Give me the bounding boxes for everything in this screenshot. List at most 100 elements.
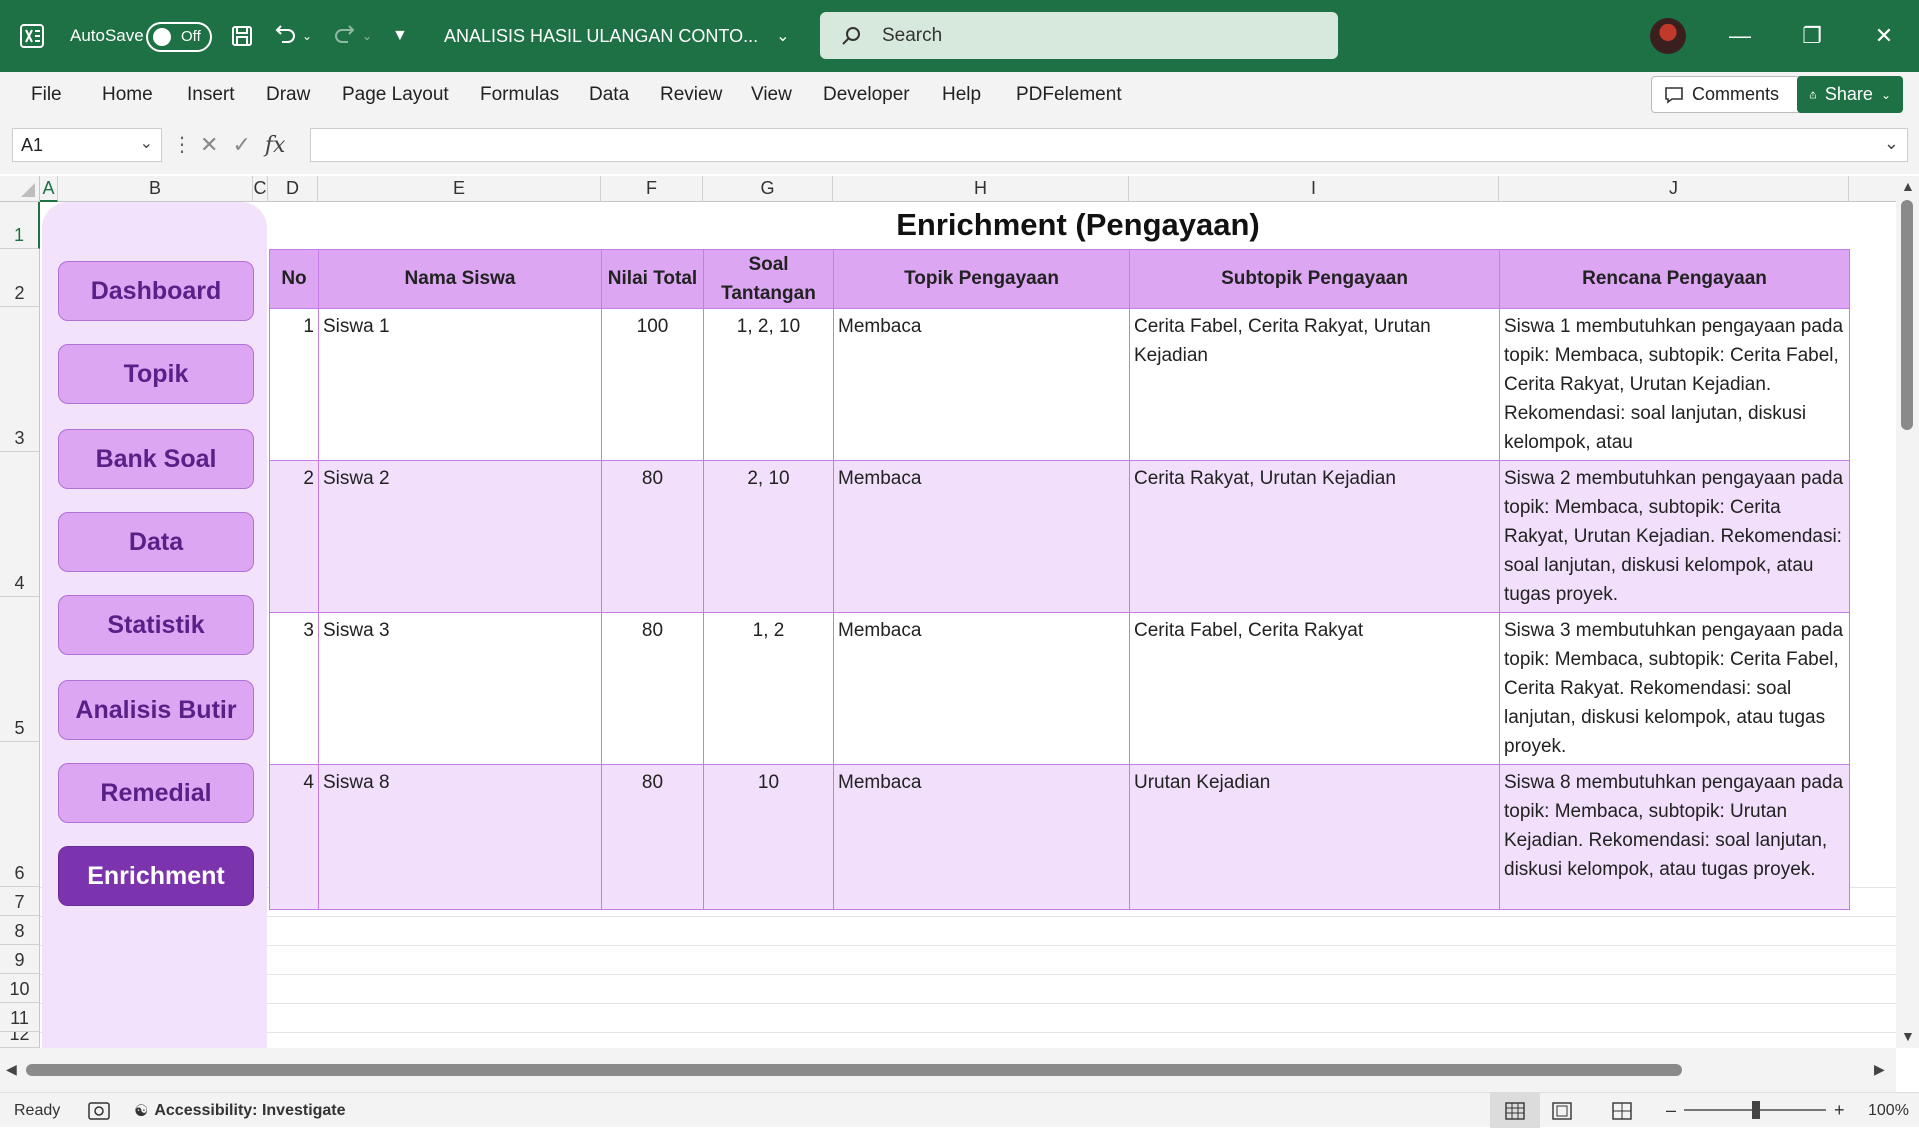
vertical-scrollbar[interactable]: ▲ ▼ — [1896, 176, 1919, 1048]
nav-analisis-butir-button[interactable]: Analisis Butir — [58, 680, 254, 740]
tab-developer[interactable]: Developer — [823, 72, 910, 118]
cell-rencana[interactable]: Siswa 2 membutuhkan pengayaan pada topik… — [1499, 460, 1850, 613]
row-header-12[interactable]: 12 — [0, 1032, 40, 1048]
formula-input[interactable]: ⌄ — [310, 128, 1908, 162]
page-layout-view-icon[interactable] — [1552, 1093, 1572, 1128]
row-header-4[interactable]: 4 — [0, 452, 40, 597]
tab-insert[interactable]: Insert — [187, 72, 235, 118]
cell-nama-siswa[interactable]: Siswa 1 — [318, 308, 602, 461]
nav-enrichment-button[interactable]: Enrichment — [58, 846, 254, 906]
header-subtopik-pengayaan[interactable]: Subtopik Pengayaan — [1129, 249, 1500, 309]
cell-topik[interactable]: Membaca — [833, 612, 1130, 765]
scroll-down-icon[interactable]: ▼ — [1901, 1028, 1915, 1044]
page-break-view-icon[interactable] — [1612, 1093, 1632, 1128]
cell-nilai-total[interactable]: 100 — [601, 308, 704, 461]
restore-icon[interactable]: ❐ — [1782, 0, 1842, 72]
header-nama-siswa[interactable]: Nama Siswa — [318, 249, 602, 309]
avatar[interactable] — [1650, 18, 1686, 54]
zoom-level[interactable]: 100% — [1868, 1093, 1909, 1128]
cell-subtopik[interactable]: Cerita Fabel, Cerita Rakyat, Urutan Keja… — [1129, 308, 1500, 461]
cell-nilai-total[interactable]: 80 — [601, 612, 704, 765]
nav-bank-soal-button[interactable]: Bank Soal — [58, 429, 254, 489]
cell-soal-tantangan[interactable]: 2, 10 — [703, 460, 834, 613]
select-all-corner[interactable] — [0, 176, 40, 202]
cell-nama-siswa[interactable]: Siswa 3 — [318, 612, 602, 765]
column-header-e[interactable]: E — [318, 176, 601, 202]
expand-formula-icon[interactable]: ⌄ — [1884, 133, 1899, 154]
chevron-down-icon[interactable]: ⌄ — [140, 133, 153, 153]
cell-topik[interactable]: Membaca — [833, 308, 1130, 461]
cell-subtopik[interactable]: Urutan Kejadian — [1129, 764, 1500, 910]
cell-nama-siswa[interactable]: Siswa 8 — [318, 764, 602, 910]
cell-no[interactable]: 1 — [269, 308, 319, 461]
scroll-left-icon[interactable]: ◀ — [6, 1061, 17, 1078]
row-header-5[interactable]: 5 — [0, 597, 40, 742]
insert-function-icon[interactable]: fx — [265, 133, 286, 158]
cell-rencana[interactable]: Siswa 1 membutuhkan pengayaan pada topik… — [1499, 308, 1850, 461]
horizontal-scrollbar[interactable]: ◀ ▶ — [0, 1048, 1896, 1092]
worksheet[interactable]: Dashboard Topik Bank Soal Data Statistik… — [40, 202, 1896, 1048]
cell-soal-tantangan[interactable]: 10 — [703, 764, 834, 910]
row-header-3[interactable]: 3 — [0, 307, 40, 452]
tab-home[interactable]: Home — [102, 72, 153, 118]
cancel-icon[interactable]: ✕ — [200, 132, 218, 158]
column-header-g[interactable]: G — [703, 176, 833, 202]
scroll-up-icon[interactable]: ▲ — [1901, 178, 1915, 194]
header-nilai-total[interactable]: Nilai Total — [601, 249, 704, 309]
cell-rencana[interactable]: Siswa 8 membutuhkan pengayaan pada topik… — [1499, 764, 1850, 910]
header-no[interactable]: No — [269, 249, 319, 309]
search-box[interactable]: Search — [820, 12, 1338, 59]
nav-dashboard-button[interactable]: Dashboard — [58, 261, 254, 321]
column-header-a[interactable]: A — [40, 176, 58, 202]
tab-review[interactable]: Review — [660, 72, 722, 118]
enter-icon[interactable]: ✓ — [232, 132, 250, 158]
document-title[interactable]: ANALISIS HASIL ULANGAN CONTO... ⌄ — [444, 0, 790, 72]
chevron-down-icon[interactable]: ⌄ — [776, 26, 789, 46]
row-header-9[interactable]: 9 — [0, 945, 40, 974]
zoom-in-icon[interactable]: + — [1834, 1093, 1845, 1128]
cell-no[interactable]: 2 — [269, 460, 319, 613]
column-header-b[interactable]: B — [58, 176, 253, 202]
cell-no[interactable]: 4 — [269, 764, 319, 910]
tab-view[interactable]: View — [751, 72, 792, 118]
nav-statistik-button[interactable]: Statistik — [58, 595, 254, 655]
header-soal-tantangan[interactable]: Soal Tantangan — [703, 249, 834, 309]
accessibility-status[interactable]: ☯ Accessibility: Investigate — [134, 1093, 346, 1128]
vertical-scroll-thumb[interactable] — [1901, 200, 1913, 430]
column-header-c[interactable]: C — [253, 176, 268, 202]
column-header-j[interactable]: J — [1499, 176, 1849, 202]
undo-dropdown-icon[interactable]: ⌄ — [302, 29, 312, 43]
row-header-2[interactable]: 2 — [0, 249, 40, 307]
row-header-7[interactable]: 7 — [0, 887, 40, 916]
normal-view-icon[interactable] — [1490, 1093, 1540, 1128]
cell-soal-tantangan[interactable]: 1, 2, 10 — [703, 308, 834, 461]
nav-remedial-button[interactable]: Remedial — [58, 763, 254, 823]
cell-soal-tantangan[interactable]: 1, 2 — [703, 612, 834, 765]
autosave-toggle[interactable]: Off — [146, 22, 212, 52]
more-options-icon[interactable]: ⋮ — [172, 132, 192, 157]
zoom-slider-thumb[interactable] — [1752, 1101, 1760, 1119]
scroll-right-icon[interactable]: ▶ — [1874, 1061, 1885, 1078]
undo-icon[interactable]: ⌄ — [272, 0, 312, 72]
name-box[interactable]: A1 ⌄ — [12, 128, 162, 162]
cell-subtopik[interactable]: Cerita Rakyat, Urutan Kejadian — [1129, 460, 1500, 613]
cell-subtopik[interactable]: Cerita Fabel, Cerita Rakyat — [1129, 612, 1500, 765]
cell-topik[interactable]: Membaca — [833, 764, 1130, 910]
cell-nilai-total[interactable]: 80 — [601, 460, 704, 613]
column-header-h[interactable]: H — [833, 176, 1129, 202]
excel-app-icon[interactable] — [18, 0, 54, 72]
cell-rencana[interactable]: Siswa 3 membutuhkan pengayaan pada topik… — [1499, 612, 1850, 765]
chevron-down-icon[interactable]: ⌄ — [1881, 88, 1891, 102]
minimize-icon[interactable]: — — [1710, 0, 1770, 72]
tab-formulas[interactable]: Formulas — [480, 72, 559, 118]
share-button[interactable]: Share ⌄ — [1797, 76, 1903, 113]
tab-draw[interactable]: Draw — [266, 72, 310, 118]
cell-nilai-total[interactable]: 80 — [601, 764, 704, 910]
cell-no[interactable]: 3 — [269, 612, 319, 765]
row-header-1[interactable]: 1 — [0, 202, 40, 249]
nav-data-button[interactable]: Data — [58, 512, 254, 572]
column-header-d[interactable]: D — [268, 176, 318, 202]
column-header-f[interactable]: F — [601, 176, 703, 202]
customize-toolbar-icon[interactable]: ▼ — [392, 0, 408, 72]
tab-pdfelement[interactable]: PDFelement — [1016, 72, 1122, 118]
